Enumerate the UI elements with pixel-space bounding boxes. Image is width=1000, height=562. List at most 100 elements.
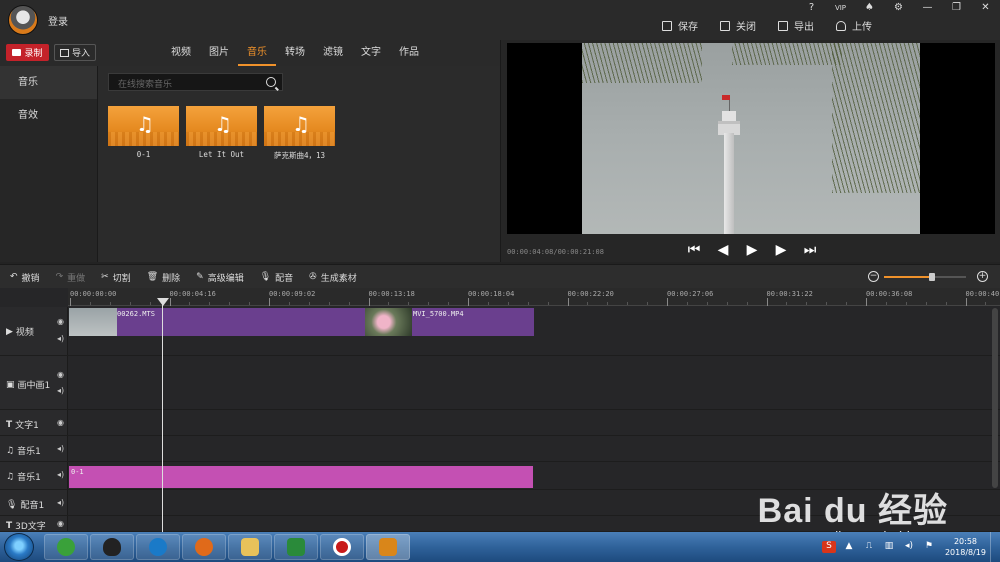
search-icon[interactable] xyxy=(266,77,276,87)
start-button[interactable] xyxy=(4,533,34,561)
text-track-icon: T xyxy=(6,419,13,430)
taskbar-app-qq[interactable] xyxy=(90,534,134,560)
export-icon xyxy=(778,20,788,31)
play-icon[interactable]: ▶ xyxy=(745,241,759,259)
taskbar-app-360[interactable] xyxy=(44,534,88,560)
music-clip[interactable]: 0-1 xyxy=(69,466,533,488)
gear-icon[interactable]: ⚙ xyxy=(884,0,913,16)
eye-icon[interactable]: ◉ xyxy=(57,317,64,326)
generate-asset-button[interactable]: ✇ 生成素材 xyxy=(309,271,357,284)
taskbar-app-explorer[interactable] xyxy=(228,534,272,560)
windows-taskbar: S ▲ ⎍ ▥ ◂) ⚑ 20:58 2018/8/19 xyxy=(0,532,1000,562)
track-header: ♫ 音乐1 ◂) xyxy=(0,436,68,461)
step-forward-icon[interactable]: ▶︎ xyxy=(774,241,788,259)
sidebar-item-music[interactable]: 音乐 xyxy=(0,66,97,99)
taskbar-app-media[interactable] xyxy=(136,534,180,560)
close-project-button[interactable]: 关闭 xyxy=(720,18,756,33)
video-clip[interactable]: 00262.MTS xyxy=(69,308,365,336)
import-button[interactable]: 导入 xyxy=(54,44,96,61)
taskbar-app-recorder[interactable] xyxy=(320,534,364,560)
export-button[interactable]: 导出 xyxy=(778,18,814,33)
volume-icon[interactable]: ◂) xyxy=(902,541,916,553)
zoom-out-icon[interactable]: − xyxy=(868,271,879,282)
voiceover-button[interactable]: 🎙 配音 xyxy=(260,271,293,284)
delete-button[interactable]: 🗑 删除 xyxy=(147,271,180,284)
media-library: 音乐 音效 在线搜索音乐 ♫ 0-1 ♫ Let It Out ♫ 萨克斯曲4，… xyxy=(0,66,500,262)
save-button[interactable]: 保存 xyxy=(662,18,698,33)
speaker-icon[interactable]: ◂) xyxy=(57,470,64,479)
skip-to-start-icon[interactable]: ⏮ xyxy=(687,241,701,259)
video-clip[interactable]: MVI_5700.MP4 xyxy=(365,308,534,336)
record-button[interactable]: 录制 xyxy=(6,44,49,61)
clock[interactable]: 20:58 2018/8/19 xyxy=(945,536,986,558)
scissors-icon: ✂ xyxy=(101,272,109,282)
eye-icon[interactable]: ◉ xyxy=(57,418,64,427)
taskbar-app-player[interactable] xyxy=(274,534,318,560)
clip-thumbnail xyxy=(69,308,117,336)
timeline-scrollbar[interactable] xyxy=(992,308,998,488)
ruler-tick: 00:00:04:16 xyxy=(169,290,216,306)
sidebar-item-sfx[interactable]: 音效 xyxy=(0,99,97,132)
skip-to-end-icon[interactable]: ⏭ xyxy=(803,241,817,259)
music-item[interactable]: ♫ Let It Out xyxy=(186,106,257,161)
edit-toolbar: ↶ 撤销 ↷ 重做 ✂ 切割 🗑 删除 ✎ 高级编辑 🎙 配音 ✇ 生成素材 − + xyxy=(0,264,1000,288)
tray-expand-icon[interactable]: ▲ xyxy=(842,541,856,553)
playhead-handle[interactable] xyxy=(157,298,169,306)
login-link[interactable]: 登录 xyxy=(48,13,68,28)
upload-button[interactable]: 上传 xyxy=(836,18,872,33)
restore-icon[interactable]: ❐ xyxy=(942,0,971,16)
zoom-handle[interactable] xyxy=(928,273,935,281)
vip-icon[interactable]: VIP xyxy=(826,0,855,16)
zoom-in-icon[interactable]: + xyxy=(977,271,988,282)
tab-image[interactable]: 图片 xyxy=(200,40,238,66)
ruler-minor-tick xyxy=(945,302,947,305)
tab-transition[interactable]: 转场 xyxy=(276,40,314,66)
speaker-icon[interactable]: ◂) xyxy=(57,444,64,453)
advanced-edit-button[interactable]: ✎ 高级编辑 xyxy=(196,271,244,284)
taskbar-app-firefox[interactable] xyxy=(182,534,226,560)
close-icon[interactable]: ✕ xyxy=(971,0,1000,16)
taskbar-app-editor[interactable] xyxy=(366,534,410,560)
ruler-minor-tick xyxy=(786,302,788,305)
tab-works[interactable]: 作品 xyxy=(390,40,428,66)
speaker-icon[interactable]: ◂) xyxy=(57,498,64,507)
playhead[interactable] xyxy=(162,298,163,532)
window-controls: ? VIP ♠ ⚙ — ❐ ✕ xyxy=(797,0,1000,16)
undo-button[interactable]: ↶ 撤销 xyxy=(10,271,40,284)
search-placeholder: 在线搜索音乐 xyxy=(118,80,173,90)
notification-icon[interactable]: ♠ xyxy=(855,0,884,16)
eye-icon[interactable]: ◉ xyxy=(57,370,64,379)
timeline-ruler[interactable]: 00:00:00:00 00:00:04:16 00:00:09:02 00:00:1… xyxy=(68,288,1000,306)
search-input[interactable]: 在线搜索音乐 xyxy=(108,73,283,91)
redo-button[interactable]: ↷ 重做 xyxy=(56,271,86,284)
minimize-icon[interactable]: — xyxy=(913,0,942,16)
cut-button[interactable]: ✂ 切割 xyxy=(101,271,131,284)
ruler-minor-tick xyxy=(647,302,649,305)
ruler-minor-tick xyxy=(348,302,350,305)
music-item[interactable]: ♫ 0-1 xyxy=(108,106,179,161)
flag-icon[interactable]: ⚑ xyxy=(922,541,936,553)
ruler-minor-tick xyxy=(985,302,987,305)
eye-icon[interactable]: ◉ xyxy=(57,519,64,528)
step-back-icon[interactable]: ◀︎ xyxy=(716,241,730,259)
redo-icon: ↷ xyxy=(55,272,64,282)
network-icon[interactable]: ▥ xyxy=(882,541,896,553)
video-preview[interactable] xyxy=(507,43,995,234)
zoom-slider[interactable]: − + xyxy=(868,271,988,283)
ime-icon[interactable]: S xyxy=(821,541,836,553)
speaker-icon[interactable]: ◂) xyxy=(57,334,64,343)
help-icon[interactable]: ? xyxy=(797,0,826,16)
tab-music[interactable]: 音乐 xyxy=(238,40,276,66)
usb-icon[interactable]: ⎍ xyxy=(862,541,876,553)
show-desktop-button[interactable] xyxy=(990,532,1000,562)
speaker-icon[interactable]: ◂) xyxy=(57,386,64,395)
track-music: ♫ 音乐1 ◂) xyxy=(0,436,1000,462)
tab-text[interactable]: 文字 xyxy=(352,40,390,66)
track-text: T 文字1 ◉ xyxy=(0,410,1000,436)
ruler-minor-tick xyxy=(408,302,410,305)
avatar[interactable] xyxy=(8,5,38,35)
tab-filter[interactable]: 滤镜 xyxy=(314,40,352,66)
tab-video[interactable]: 视频 xyxy=(162,40,200,66)
music-item[interactable]: ♫ 萨克斯曲4，13 xyxy=(264,106,335,161)
track-header: 🎙 配音1 ◂) xyxy=(0,490,68,515)
